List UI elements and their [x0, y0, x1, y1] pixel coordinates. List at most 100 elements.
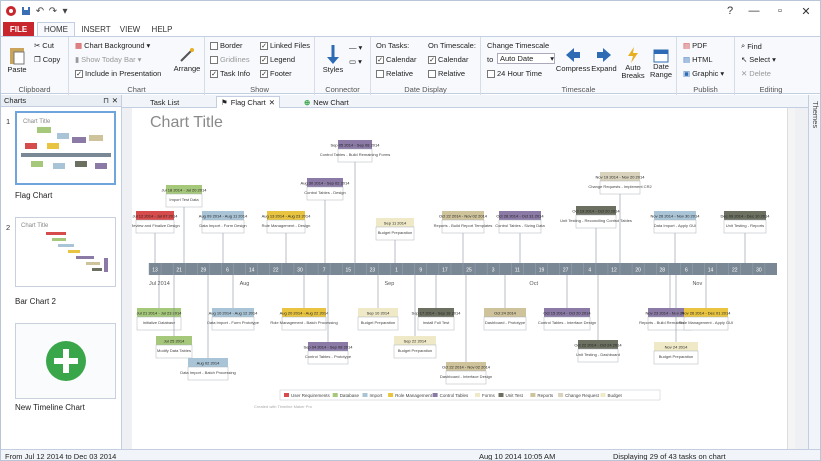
undo-icon[interactable]: ↶ [33, 4, 47, 18]
task-flag[interactable]: Oct 15 2014 - Oct 20 2014 Control Tables … [538, 275, 596, 331]
delete-button[interactable]: ✕ Delete [741, 69, 771, 78]
maximize-button[interactable]: ▫ [767, 1, 793, 21]
select-button[interactable]: ↖ Select ▾ [741, 55, 776, 64]
help-icon[interactable]: ? [717, 1, 743, 21]
task-flag[interactable]: Oct 24 2014 Dashboard - Prototype [483, 275, 527, 331]
new-timeline-chart-button[interactable] [15, 323, 116, 399]
copy-button[interactable]: ❐ Copy [34, 55, 60, 64]
task-flag[interactable]: Aug 30 2014 - Sep 02 2014 Control Tables … [301, 178, 351, 263]
line-icon: — [349, 43, 357, 52]
task-flag[interactable]: Oct 19 2014 - Oct 20 2014 Unit Testing - … [560, 206, 632, 263]
flag-date: Aug 13 2014 - Aug 23 2014 [262, 214, 311, 219]
tasks-calendar-checkbox[interactable]: ✓ Calendar [376, 55, 416, 64]
24-hour-checkbox[interactable]: 24 Hour Time [487, 69, 542, 78]
save-icon[interactable] [19, 4, 33, 18]
task-flag[interactable]: Sep 05 2014 - Sep 08 2014 Control Tables … [320, 140, 391, 263]
today-bar-button[interactable]: ▮ Show Today Bar ▾ [75, 55, 141, 64]
status-range: From Jul 12 2014 to Dec 03 2014 [5, 452, 117, 461]
timeline-chart: 13 21 29 6 14 22 30 7 15 23 1 9 17 25 3 11 19 27 4 12 20 28 6 1… [132, 140, 777, 409]
footer-checkbox[interactable]: ✓ Footer [260, 69, 292, 78]
flag-text: Budget Preparation [398, 348, 432, 353]
linked-files-checkbox[interactable]: ✓ Linked Files [260, 41, 310, 50]
chart-name[interactable]: Flag Chart [15, 191, 52, 200]
tab-flag-chart[interactable]: ⚑ Flag Chart ✕ [216, 96, 281, 108]
legend-checkbox[interactable]: ✓ Legend [260, 55, 295, 64]
tab-view[interactable]: VIEW [115, 22, 145, 36]
svg-text:Chart Title: Chart Title [23, 119, 51, 125]
close-icon[interactable]: ✕ [269, 98, 275, 107]
task-list-label: Task List [150, 97, 180, 107]
task-flag[interactable]: Jul 12 2014 - Jul 07 2014 Review and Fina… [132, 211, 180, 263]
task-flag[interactable]: Aug 13 2014 - Aug 23 2014 Role Management… [262, 211, 311, 263]
task-flag[interactable]: Nov 26 2014 - Nov 30 2014 Data Import - A… [651, 211, 701, 263]
tab-help[interactable]: HELP [147, 22, 177, 36]
svg-text:Chart Title: Chart Title [21, 223, 49, 229]
axis-day-label: 23 [370, 268, 376, 274]
flag-text: Review and Finalize Design [132, 223, 180, 228]
task-flag[interactable]: Sep 11 2014 Budget Preparation [375, 218, 415, 263]
checkbox-icon: ✓ [260, 55, 268, 64]
new-chart-label[interactable]: New Timeline Chart [15, 403, 85, 412]
task-flag[interactable]: Oct 22 2014 - Nov 02 2014 Reports - Build… [434, 211, 493, 263]
group-date-display: On Tasks: On Timescale: ✓ Calendar Relati… [371, 37, 481, 95]
connector-box-dropdown[interactable]: ▭ ▾ [349, 57, 362, 66]
calendar-label: Calendar [386, 55, 417, 64]
tab-task-list[interactable]: Task List [146, 96, 183, 108]
paste-button[interactable]: Paste [5, 41, 29, 77]
cut-button[interactable]: ✂ Cut [34, 41, 54, 50]
close-icon[interactable]: ✕ [112, 96, 118, 105]
graphic-button[interactable]: ▣ Graphic ▾ [683, 69, 724, 78]
axis-day-label: 14 [249, 268, 255, 274]
arrange-button[interactable]: Arrange [173, 41, 201, 77]
task-flag[interactable]: Aug 20 2014 - Aug 22 2014 Role Management… [270, 275, 338, 331]
pdf-button[interactable]: ▤ PDF [683, 41, 707, 50]
legend-label: Role Management [395, 393, 433, 398]
html-button[interactable]: ▤ HTML [683, 55, 713, 64]
timescale-calendar-checkbox[interactable]: ✓ Calendar [428, 55, 468, 64]
tasks-relative-checkbox[interactable]: Relative [376, 69, 413, 78]
pin-icon[interactable]: ⊓ [103, 96, 109, 105]
app-icon[interactable] [4, 4, 18, 18]
checkbox-icon [210, 55, 218, 64]
expand-button[interactable]: Expand [590, 41, 618, 77]
task-flag[interactable]: Dec 09 2014 - Dec 10 2014 Unit Testing - … [721, 211, 771, 263]
task-flag[interactable]: Sep 17 2014 - Sep 18 2014 Install Full Te… [412, 275, 462, 331]
border-checkbox[interactable]: Border [210, 41, 243, 50]
minimize-button[interactable]: — [741, 1, 767, 21]
vertical-scrollbar[interactable] [787, 108, 795, 449]
chart-background-button[interactable]: ▦ Chart Background ▾ [75, 41, 150, 50]
flag-chart-preview: Chart Title [21, 119, 111, 169]
task-flag[interactable]: Oct 28 2014 - Oct 31 2014 Control Tables … [495, 211, 546, 263]
auto-breaks-button[interactable]: Auto Breaks [620, 41, 646, 85]
timescale-relative-checkbox[interactable]: Relative [428, 69, 465, 78]
task-info-checkbox[interactable]: ✓ Task Info [210, 69, 250, 78]
axis-day-label: 22 [732, 268, 738, 274]
date-range-button[interactable]: Date Range [647, 41, 675, 85]
include-presentation-checkbox[interactable]: ✓ Include in Presentation [75, 69, 161, 78]
chart-thumbnail-bar[interactable]: Chart Title [15, 217, 116, 287]
status-count: Displaying 29 of 43 tasks on chart [613, 452, 726, 461]
change-timescale-label: Change Timescale [487, 41, 550, 50]
chart-thumbnail-flag[interactable]: Chart Title [15, 111, 116, 185]
tab-home[interactable]: HOME [37, 22, 75, 36]
chevron-down-icon: ▾ [358, 57, 362, 66]
flag-date: Oct 15 2014 - Oct 20 2014 [543, 311, 591, 316]
connector-line-dropdown[interactable]: — ▾ [349, 43, 362, 52]
chart-name[interactable]: Bar Chart 2 [15, 297, 56, 306]
timescale-dropdown[interactable]: Auto Date ▾ [497, 53, 555, 64]
task-flag[interactable]: Aug 10 2014 - Aug 12 2014 Data Import - F… [207, 275, 260, 331]
tab-file[interactable]: FILE [3, 22, 34, 36]
gridlines-checkbox[interactable]: Gridlines [210, 55, 250, 64]
styles-button[interactable]: Styles [319, 39, 347, 77]
task-flag[interactable]: Aug 09 2014 - Aug 11 2014 Data Import - F… [199, 211, 248, 263]
close-button[interactable]: ✕ [793, 1, 819, 21]
axis-month-label: Aug [240, 281, 250, 287]
task-flag[interactable]: Nov 26 2014 - Dec 01 2014 Role Management… [679, 275, 733, 331]
themes-panel-tab[interactable]: Themes [808, 95, 820, 449]
compress-button[interactable]: Compress [556, 41, 590, 77]
date-range-label: Date Range [649, 62, 673, 79]
find-button[interactable]: ⌕ Find [741, 41, 762, 51]
tab-new-chart[interactable]: ⊕ New Chart [300, 96, 353, 108]
customize-icon[interactable]: ▾ [58, 4, 72, 18]
tab-insert[interactable]: INSERT [78, 22, 114, 36]
